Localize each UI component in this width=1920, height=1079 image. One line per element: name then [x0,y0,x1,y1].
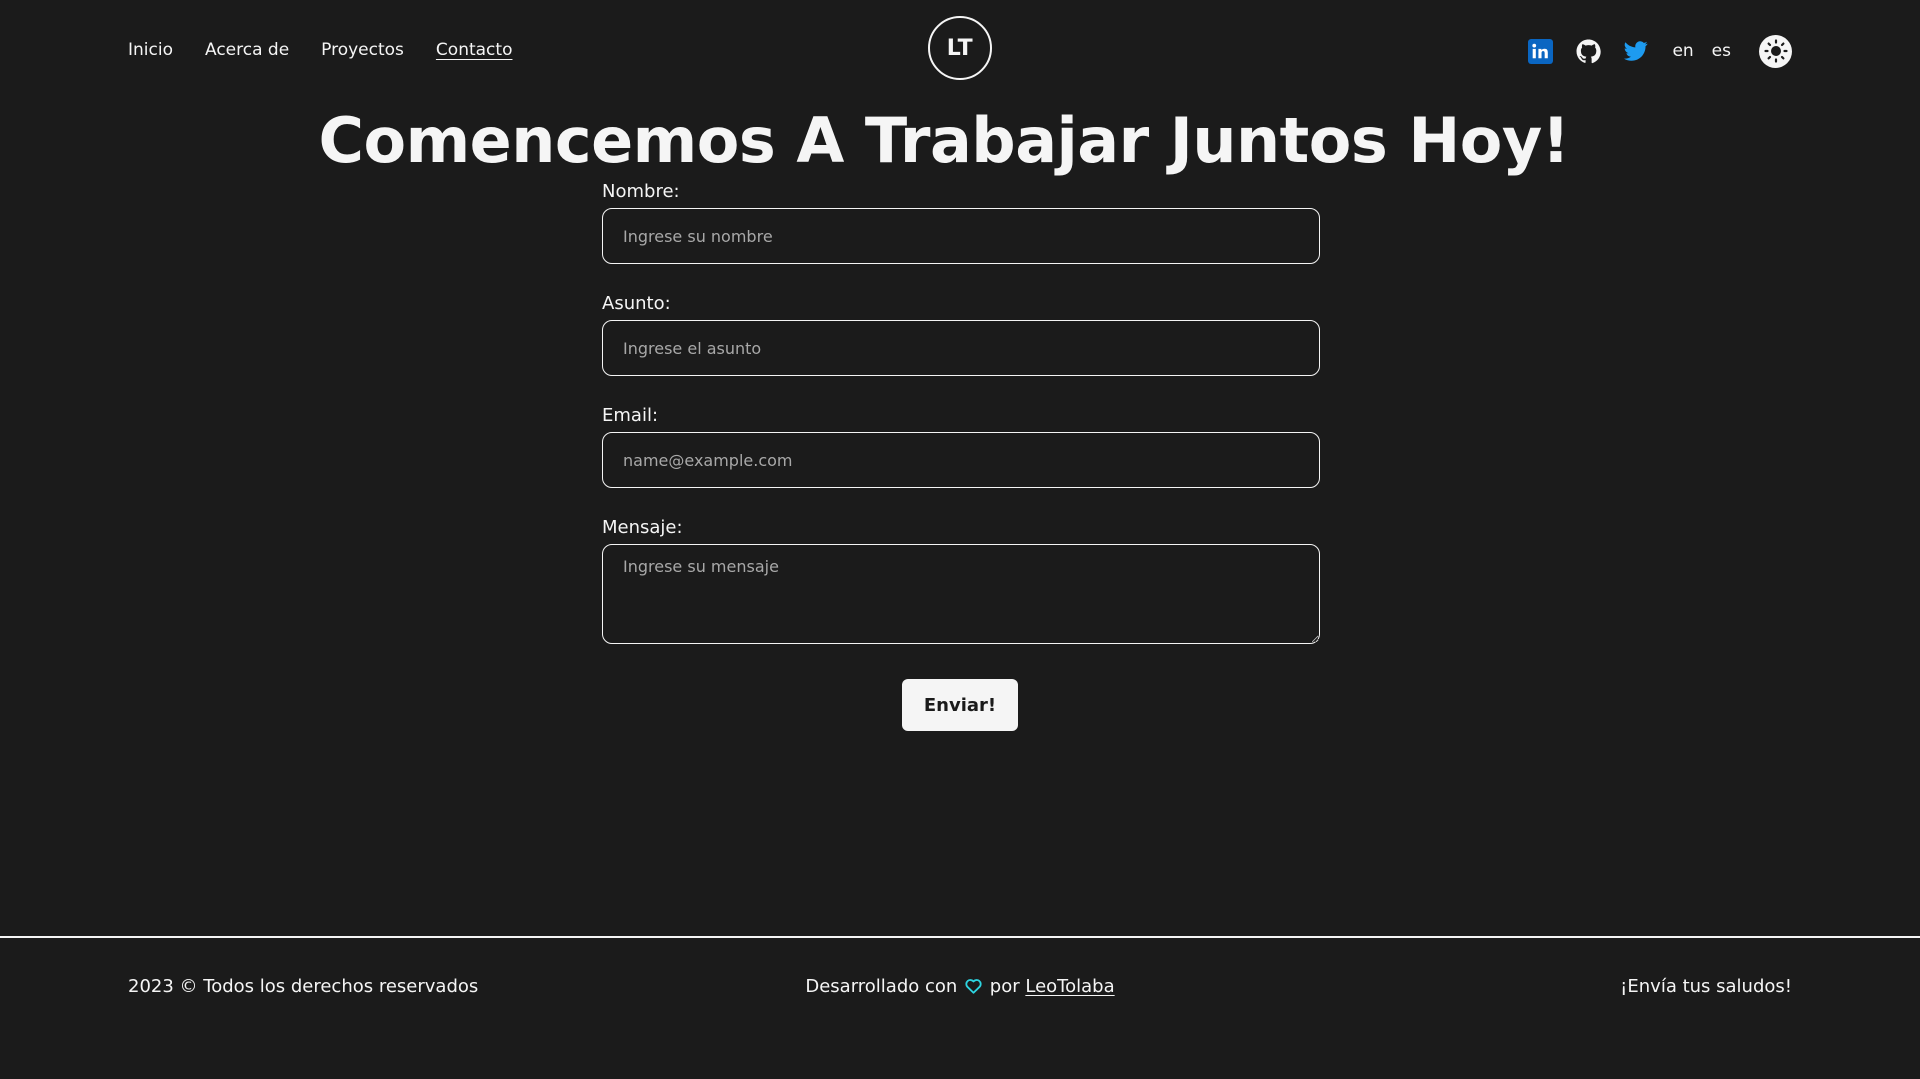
subject-input[interactable] [602,320,1320,376]
message-textarea[interactable] [602,544,1320,644]
submit-button[interactable]: Enviar! [902,679,1018,731]
submit-container: Enviar! [0,679,1920,731]
main-nav: Inicio Acerca de Proyectos Contacto [128,40,512,60]
lang-en-button[interactable]: en [1672,41,1693,61]
contact-form: Nombre: Asunto: Email: Mensaje: [602,182,1320,678]
credit-prefix: Desarrollado con [805,976,958,997]
github-icon[interactable] [1574,37,1602,65]
name-field-group: Nombre: [602,182,1320,264]
twitter-icon[interactable] [1622,37,1650,65]
message-field-group: Mensaje: [602,518,1320,648]
heart-icon [965,978,982,999]
site-header: Inicio Acerca de Proyectos Contacto LT e… [0,0,1920,100]
email-input[interactable] [602,432,1320,488]
linkedin-icon[interactable] [1526,37,1554,65]
author-link[interactable]: LeoTolaba [1025,976,1114,997]
theme-toggle-button[interactable] [1759,34,1792,68]
header-actions: en es [1526,34,1792,68]
credit-by: por [989,976,1020,997]
message-label: Mensaje: [602,517,683,538]
site-footer: 2023 © Todos los derechos reservados Des… [0,936,1920,1079]
email-field-group: Email: [602,406,1320,488]
nav-link-proyectos[interactable]: Proyectos [321,40,404,60]
lang-es-button[interactable]: es [1712,41,1731,61]
subject-field-group: Asunto: [602,294,1320,376]
nav-link-acerca-de[interactable]: Acerca de [205,40,289,60]
nav-link-inicio[interactable]: Inicio [128,40,173,60]
page-title: Comencemos A Trabajar Juntos Hoy! [318,104,1570,177]
subject-label: Asunto: [602,293,671,314]
email-label: Email: [602,405,659,426]
sun-icon [1763,39,1788,63]
name-label: Nombre: [602,181,680,202]
site-logo[interactable]: LT [928,16,992,80]
greeting-link[interactable]: ¡Envía tus saludos! [1620,976,1792,997]
name-input[interactable] [602,208,1320,264]
nav-link-contacto[interactable]: Contacto [436,40,513,60]
